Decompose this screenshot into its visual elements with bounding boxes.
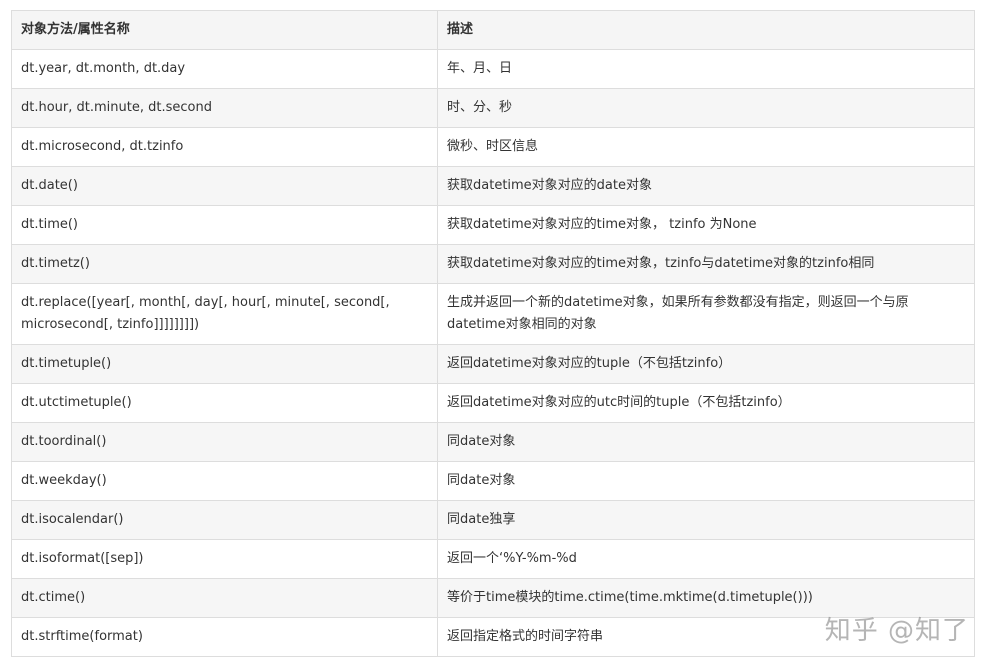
method-cell: dt.strftime(format): [12, 618, 438, 657]
header-description: 描述: [438, 11, 975, 50]
description-cell: 返回datetime对象对应的tuple（不包括tzinfo）: [438, 345, 975, 384]
method-cell: dt.utctimetuple(): [12, 384, 438, 423]
method-cell: dt.time(): [12, 206, 438, 245]
method-cell: dt.date(): [12, 167, 438, 206]
description-cell: 获取datetime对象对应的time对象， tzinfo 为None: [438, 206, 975, 245]
description-cell: 返回datetime对象对应的utc时间的tuple（不包括tzinfo）: [438, 384, 975, 423]
table-row: dt.utctimetuple() 返回datetime对象对应的utc时间的t…: [12, 384, 975, 423]
table-row: dt.year, dt.month, dt.day 年、月、日: [12, 50, 975, 89]
table-row: dt.hour, dt.minute, dt.second 时、分、秒: [12, 89, 975, 128]
description-cell: 同date对象: [438, 462, 975, 501]
table-row: dt.date() 获取datetime对象对应的date对象: [12, 167, 975, 206]
description-cell: 时、分、秒: [438, 89, 975, 128]
table-row: dt.isocalendar() 同date独享: [12, 501, 975, 540]
table-row: dt.toordinal() 同date对象: [12, 423, 975, 462]
method-cell: dt.microsecond, dt.tzinfo: [12, 128, 438, 167]
table-header-row: 对象方法/属性名称 描述: [12, 11, 975, 50]
method-cell: dt.timetuple(): [12, 345, 438, 384]
zhihu-watermark: 知乎 @知了: [825, 610, 969, 647]
description-cell: 同date对象: [438, 423, 975, 462]
description-cell: 微秒、时区信息: [438, 128, 975, 167]
table-row: dt.replace([year[, month[, day[, hour[, …: [12, 284, 975, 345]
datetime-methods-table: 对象方法/属性名称 描述 dt.year, dt.month, dt.day 年…: [11, 10, 975, 657]
table-row: dt.microsecond, dt.tzinfo 微秒、时区信息: [12, 128, 975, 167]
table-row: dt.timetz() 获取datetime对象对应的time对象，tzinfo…: [12, 245, 975, 284]
description-cell: 获取datetime对象对应的date对象: [438, 167, 975, 206]
table-row: dt.weekday() 同date对象: [12, 462, 975, 501]
description-cell: 生成并返回一个新的datetime对象，如果所有参数都没有指定，则返回一个与原d…: [438, 284, 975, 345]
method-cell: dt.ctime(): [12, 579, 438, 618]
method-cell: dt.timetz(): [12, 245, 438, 284]
header-method-name: 对象方法/属性名称: [12, 11, 438, 50]
description-cell: 获取datetime对象对应的time对象，tzinfo与datetime对象的…: [438, 245, 975, 284]
method-cell: dt.year, dt.month, dt.day: [12, 50, 438, 89]
method-cell: dt.hour, dt.minute, dt.second: [12, 89, 438, 128]
table-row: dt.isoformat([sep]) 返回一个‘%Y-%m-%d: [12, 540, 975, 579]
method-cell: dt.isoformat([sep]): [12, 540, 438, 579]
description-cell: 同date独享: [438, 501, 975, 540]
table-row: dt.timetuple() 返回datetime对象对应的tuple（不包括t…: [12, 345, 975, 384]
method-cell: dt.isocalendar(): [12, 501, 438, 540]
method-cell: dt.weekday(): [12, 462, 438, 501]
method-cell: dt.replace([year[, month[, day[, hour[, …: [12, 284, 438, 345]
method-cell: dt.toordinal(): [12, 423, 438, 462]
description-cell: 返回一个‘%Y-%m-%d: [438, 540, 975, 579]
description-cell: 年、月、日: [438, 50, 975, 89]
table-row: dt.time() 获取datetime对象对应的time对象， tzinfo …: [12, 206, 975, 245]
